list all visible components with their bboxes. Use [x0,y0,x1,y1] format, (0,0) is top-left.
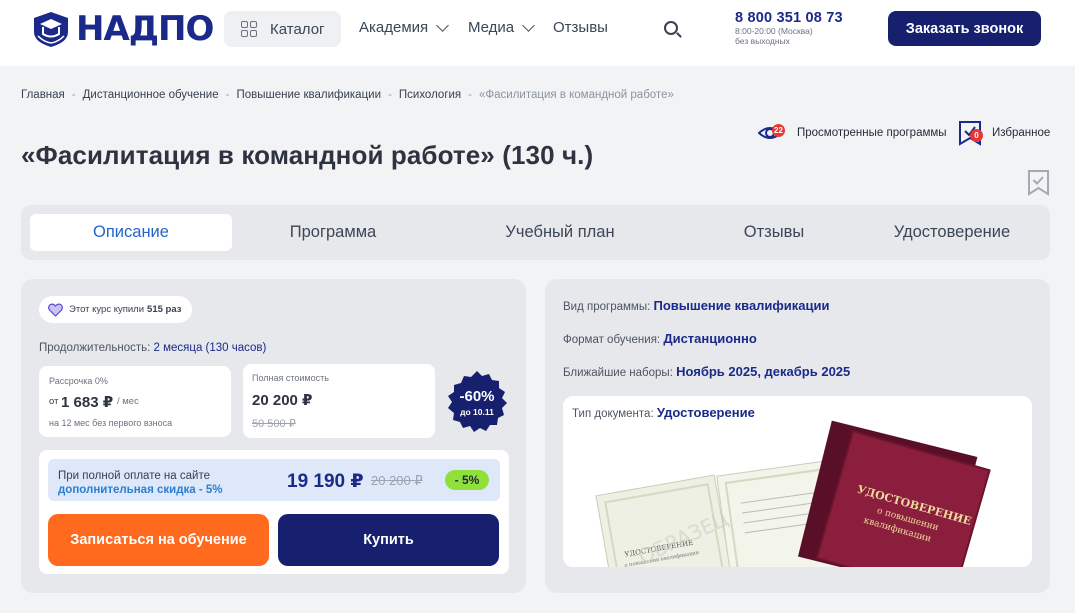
nav-reviews-label: Отзывы [553,19,608,36]
installment-from: от [49,396,59,407]
nav-academy-label: Академия [359,19,429,36]
bought-count-pill: Этот курс купили 515 раз [39,296,193,323]
favorites-icon: 0 [958,120,983,146]
program-format: Формат обучения: Дистанционно [563,331,757,346]
breadcrumb: Главная - Дистанционное обучение - Повышен… [21,89,674,101]
breadcrumb-separator: - [225,89,230,101]
phone-number[interactable]: 8 800 351 08 73 [735,10,843,26]
tab-curriculum[interactable]: Учебный план [459,214,661,251]
program-format-value: Дистанционно [663,331,757,346]
promo-line2: дополнительная скидка - 5% [58,484,223,496]
full-price: 20 200 ₽ [252,392,313,409]
breadcrumb-current: «Фасилитация в командной работе» [479,89,674,101]
chevron-down-icon [522,18,536,32]
purchase-card: Этот курс купили 515 раз Продолжительнос… [21,279,526,593]
nav-academy[interactable]: Академия [359,18,450,36]
tab-certificate[interactable]: Удостоверение [851,214,1053,251]
breadcrumb-separator: - [388,89,392,101]
eye-icon: 22 [757,121,785,145]
phone-days: без выходных [735,36,790,46]
favorites-label: Избранное [992,127,1051,139]
promo-line1: При полной оплате на сайте [58,470,210,482]
installment-unit: / мес [117,396,139,407]
search-icon[interactable] [664,21,678,35]
promo-discount-badge: - 5% [445,470,489,490]
full-price-label: Полная стоимость [252,373,329,383]
viewed-label: Просмотренные программы [797,127,947,139]
breadcrumb-item[interactable]: Повышение квалификации [236,89,381,101]
program-format-label: Формат обучения: [563,334,661,346]
certificate-image: УДОСТОВЕРЕНИЕ о повышении квалификации О… [595,420,991,567]
breadcrumb-item[interactable]: Дистанционное обучение [83,89,219,101]
nav-reviews[interactable]: Отзывы [553,19,608,36]
promo-text: При полной оплате на сайте дополнительна… [58,469,223,497]
enroll-button[interactable]: Записаться на обучение [48,514,269,566]
tab-reviews[interactable]: Отзывы [673,214,875,251]
installment-note: на 12 мес без первого взноса [49,418,173,428]
sale-until: до 10.11 [460,407,494,417]
bookmark-icon[interactable] [1027,169,1050,196]
program-start-value: Ноябрь 2025, декабрь 2025 [676,364,851,379]
nav-media-label: Медиа [468,19,515,36]
program-start: Ближайшие наборы: Ноябрь 2025, декабрь 2… [563,364,850,379]
installment-box: Рассрочка 0% от 1 683 ₽ / мес на 12 мес … [39,366,231,437]
phone-block: 8 800 351 08 73 8:00-20:00 (Москва) без … [735,10,843,46]
breadcrumb-item[interactable]: Психология [399,89,461,101]
program-type: Вид программы: Повышение квалификации [563,298,830,313]
logo-text: НАДПО [76,9,214,49]
callback-button[interactable]: Заказать звонок [888,11,1041,46]
nav-media[interactable]: Медиа [468,18,536,36]
grid-icon [241,21,257,37]
tab-description[interactable]: Описание [30,214,232,251]
sale-badge: -60% до 10.11 [446,371,508,433]
duration-label: Продолжительность: [39,342,151,354]
sale-percent: -60% [459,388,495,405]
viewed-programs-link[interactable]: 22 Просмотренные программы [757,121,947,145]
breadcrumb-item[interactable]: Главная [21,89,65,101]
buy-button[interactable]: Купить [278,514,499,566]
page-title: «Фасилитация в командной работе» (130 ч.… [21,140,594,170]
promo-box: При полной оплате на сайте дополнительна… [39,450,509,574]
program-info-card: Вид программы: Повышение квалификации Фо… [545,279,1050,593]
program-start-label: Ближайшие наборы: [563,367,673,379]
favorites-count-badge: 0 [970,129,983,142]
duration: Продолжительность: 2 месяца (130 часов) [39,342,266,354]
duration-value: 2 месяца (130 часов) [153,342,267,354]
tab-program[interactable]: Программа [232,214,434,251]
promo-price: 19 190 ₽ [287,471,364,492]
phone-hours: 8:00-20:00 (Москва) [735,26,813,36]
catalog-label: Каталог [270,20,325,38]
full-old-price: 50 500 ₽ [252,418,296,430]
tabs-bar: Описание Программа Учебный план Отзывы У… [21,205,1050,260]
promo-bar: При полной оплате на сайте дополнительна… [48,459,500,501]
installment-price: 1 683 ₽ [61,394,114,411]
program-type-label: Вид программы: [563,301,651,313]
logo[interactable]: НАДПО [30,9,214,49]
heart-icon [48,303,63,317]
breadcrumb-separator: - [71,89,76,101]
catalog-button[interactable]: Каталог [224,11,341,47]
program-type-value: Повышение квалификации [653,298,830,313]
viewed-count-badge: 22 [772,124,785,137]
bought-count: 515 раз [147,304,182,315]
installment-label: Рассрочка 0% [49,376,108,386]
site-header: НАДПО Каталог Академия Медиа Отзывы 8 80… [0,0,1075,66]
breadcrumb-separator: - [468,89,473,101]
chevron-down-icon [436,18,450,32]
document-preview: Тип документа: Удостоверение УДОСТОВЕРЕН… [563,396,1032,567]
favorites-link[interactable]: 0 Избранное [958,120,1050,146]
full-price-box: Полная стоимость 20 200 ₽ 50 500 ₽ [243,364,435,438]
promo-old-price: 20 200 ₽ [371,473,423,488]
logo-emblem-icon [34,12,68,47]
bought-prefix: Этот курс купили [69,304,145,315]
